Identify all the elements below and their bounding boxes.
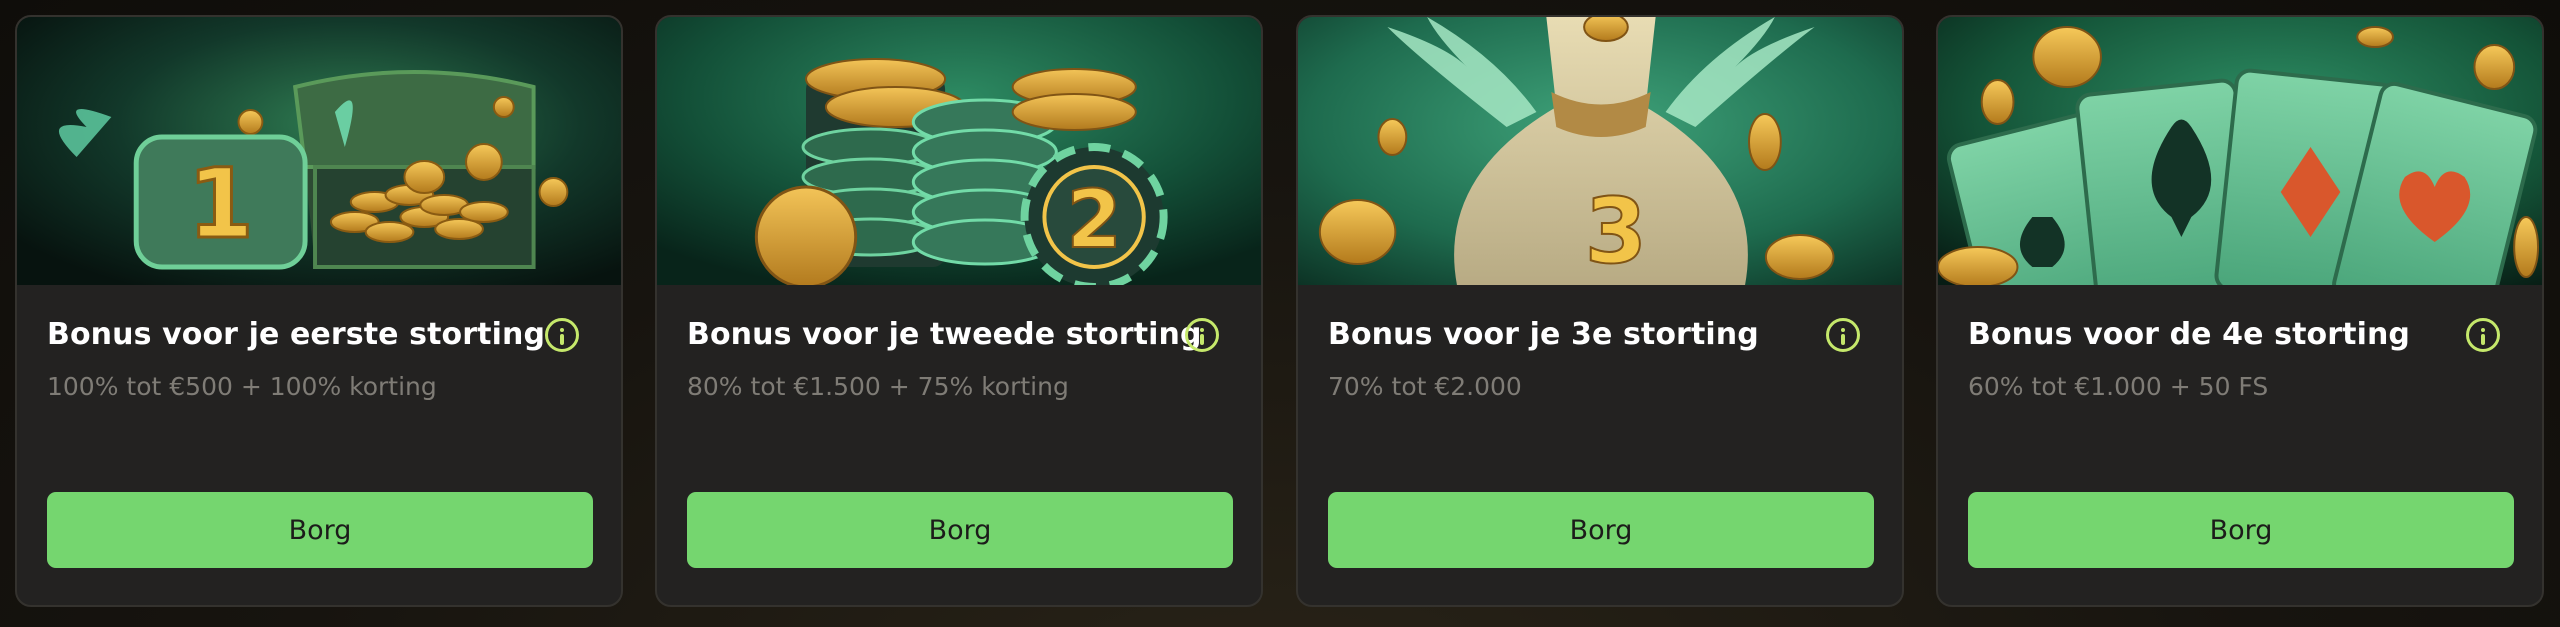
bonus-card-first-deposit: 1 Bonus voor je eerste storting 100% tot… <box>15 15 623 607</box>
money-bag-icon: 3 <box>1298 17 1902 285</box>
card-art-numeral: 3 <box>1585 180 1647 284</box>
info-dot <box>2481 328 2485 332</box>
bonus-card-fourth-deposit: Bonus voor de 4e storting 60% tot €1.000… <box>1936 15 2544 607</box>
bonus-subtitle: 100% tot €500 + 100% korting <box>47 372 437 401</box>
bonus-title: Bonus voor de 4e storting <box>1968 317 2410 352</box>
bonus-title: Bonus voor je tweede storting <box>687 317 1202 352</box>
info-bar <box>2481 334 2485 345</box>
info-bar <box>1841 334 1845 345</box>
info-bar <box>560 334 564 345</box>
bonus-card-third-deposit: 3 Bonus voor je 3e storting 70% tot €2.0… <box>1296 15 1904 607</box>
info-icon[interactable] <box>1826 318 1860 352</box>
claim-button[interactable]: Borg <box>1328 492 1874 568</box>
card-art-numeral: 1 <box>187 148 253 260</box>
treasure-chest-icon: 1 <box>17 17 621 285</box>
bonus-title: Bonus voor je 3e storting <box>1328 317 1759 352</box>
claim-button[interactable]: Borg <box>1968 492 2514 568</box>
info-icon[interactable] <box>1185 318 1219 352</box>
claim-button[interactable]: Borg <box>687 492 1233 568</box>
bonus-title: Bonus voor je eerste storting <box>47 317 546 352</box>
claim-button[interactable]: Borg <box>47 492 593 568</box>
info-bar <box>1200 334 1204 345</box>
info-dot <box>560 328 564 332</box>
info-dot <box>1841 328 1845 332</box>
card-art-numeral: 2 <box>1066 173 1121 266</box>
info-icon[interactable] <box>2466 318 2500 352</box>
bonus-subtitle: 80% tot €1.500 + 75% korting <box>687 372 1069 401</box>
playing-cards-icon <box>1938 17 2542 285</box>
bonus-cards-row: 1 Bonus voor je eerste storting 100% tot… <box>15 15 2545 607</box>
bonus-subtitle: 70% tot €2.000 <box>1328 372 1522 401</box>
info-icon[interactable] <box>545 318 579 352</box>
bonus-card-second-deposit: 2 Bonus voor je tweede storting 80% tot … <box>655 15 1263 607</box>
casino-chips-icon: 2 <box>657 17 1261 285</box>
info-dot <box>1200 328 1204 332</box>
bonus-subtitle: 60% tot €1.000 + 50 FS <box>1968 372 2269 401</box>
